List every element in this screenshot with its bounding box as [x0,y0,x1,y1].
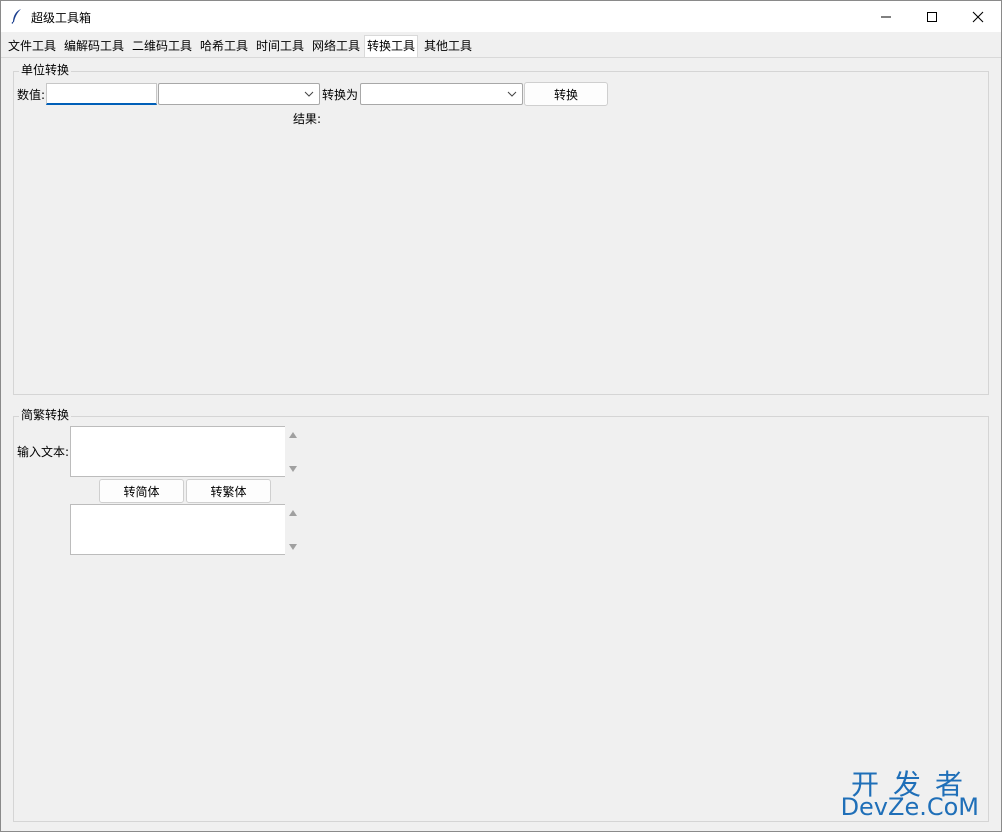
to-unit-select[interactable] [360,83,523,105]
maximize-icon [927,11,937,22]
scroll-down-icon[interactable] [288,543,298,551]
tab-time-tools[interactable]: 时间工具 [254,37,306,56]
value-label: 数值: [17,88,46,102]
scroll-down-icon[interactable] [288,465,298,473]
watermark: 开发者 DevZe.CoM [839,763,989,823]
tab-bar: 文件工具 编解码工具 二维码工具 哈希工具 时间工具 网络工具 转换工具 其他工… [1,35,1001,58]
to-simplified-button[interactable]: 转简体 [99,479,184,503]
tab-other-tools[interactable]: 其他工具 [422,37,474,56]
chevron-down-icon [507,91,517,97]
minimize-button[interactable] [863,1,909,32]
feather-icon [11,9,21,24]
scroll-up-icon[interactable] [288,509,298,517]
input-textarea[interactable] [70,426,285,477]
watermark-line2: DevZe.CoM [840,793,979,821]
minimize-icon [881,16,891,17]
window-title: 超级工具箱 [31,11,92,25]
tab-hash-tools[interactable]: 哈希工具 [198,37,250,56]
tab-conversion-tools[interactable]: 转换工具 [364,35,419,57]
close-icon [972,11,984,22]
tab-file-tools[interactable]: 文件工具 [6,37,58,56]
app-window: 超级工具箱 文件工具 编解码工具 二维码工具 哈希工具 时间工具 网络工具 转换… [0,0,1002,832]
close-button[interactable] [955,1,1001,32]
tab-codec-tools[interactable]: 编解码工具 [62,37,126,56]
output-textarea[interactable] [70,504,285,555]
unit-conversion-group [13,71,989,395]
tab-qrcode-tools[interactable]: 二维码工具 [130,37,194,56]
from-unit-select[interactable] [158,83,320,105]
maximize-button[interactable] [909,1,955,32]
result-label: 结果: [293,112,322,126]
value-input[interactable] [46,83,157,105]
input-text-label: 输入文本: [17,445,70,459]
convert-to-label: 转换为 [322,88,359,102]
title-bar[interactable]: 超级工具箱 [1,1,1001,32]
scroll-up-icon[interactable] [288,431,298,439]
simp-trad-title: 简繁转换 [19,408,72,422]
tab-network-tools[interactable]: 网络工具 [310,37,362,56]
unit-conversion-title: 单位转换 [19,63,72,77]
to-traditional-button[interactable]: 转繁体 [186,479,271,503]
chevron-down-icon [304,91,314,97]
convert-button[interactable]: 转换 [524,82,608,106]
